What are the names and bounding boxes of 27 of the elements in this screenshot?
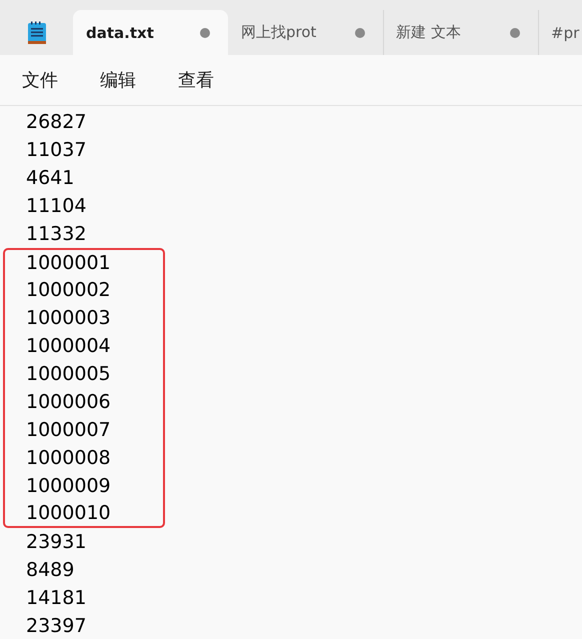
text-line: 11104 [25,194,88,219]
text-line: 11037 [25,138,88,163]
text-line: 1000003 [3,304,165,332]
text-line: 1000001 [3,248,165,276]
text-line: 23931 [25,530,88,555]
menu-item[interactable]: 查看 [178,66,214,94]
text-line: 1000005 [3,360,165,388]
text-line: 1000008 [3,444,165,472]
text-line: 1000010 [3,500,165,528]
text-line: 1000004 [3,332,165,360]
text-line: 26827 [25,110,88,135]
text-line: 23397 [25,614,88,639]
text-line: 1000007 [3,416,165,444]
text-line: 8489 [25,558,76,583]
file-tab[interactable]: #pr [538,10,582,55]
text-line: 14181 [25,586,88,611]
text-line: 1000009 [3,472,165,500]
file-tab[interactable]: 网上找prot [228,10,383,55]
text-line: 1000006 [3,388,165,416]
text-line: 1000002 [3,276,165,304]
notepad-icon [26,20,46,44]
text-line: 4641 [25,166,76,191]
menu-item[interactable]: 文件 [22,66,58,94]
menu-item[interactable]: 编辑 [100,66,136,94]
file-tab[interactable]: data.txt [73,10,228,55]
file-tab[interactable]: 新建 文本 [383,10,538,55]
text-line: 11332 [25,222,88,247]
